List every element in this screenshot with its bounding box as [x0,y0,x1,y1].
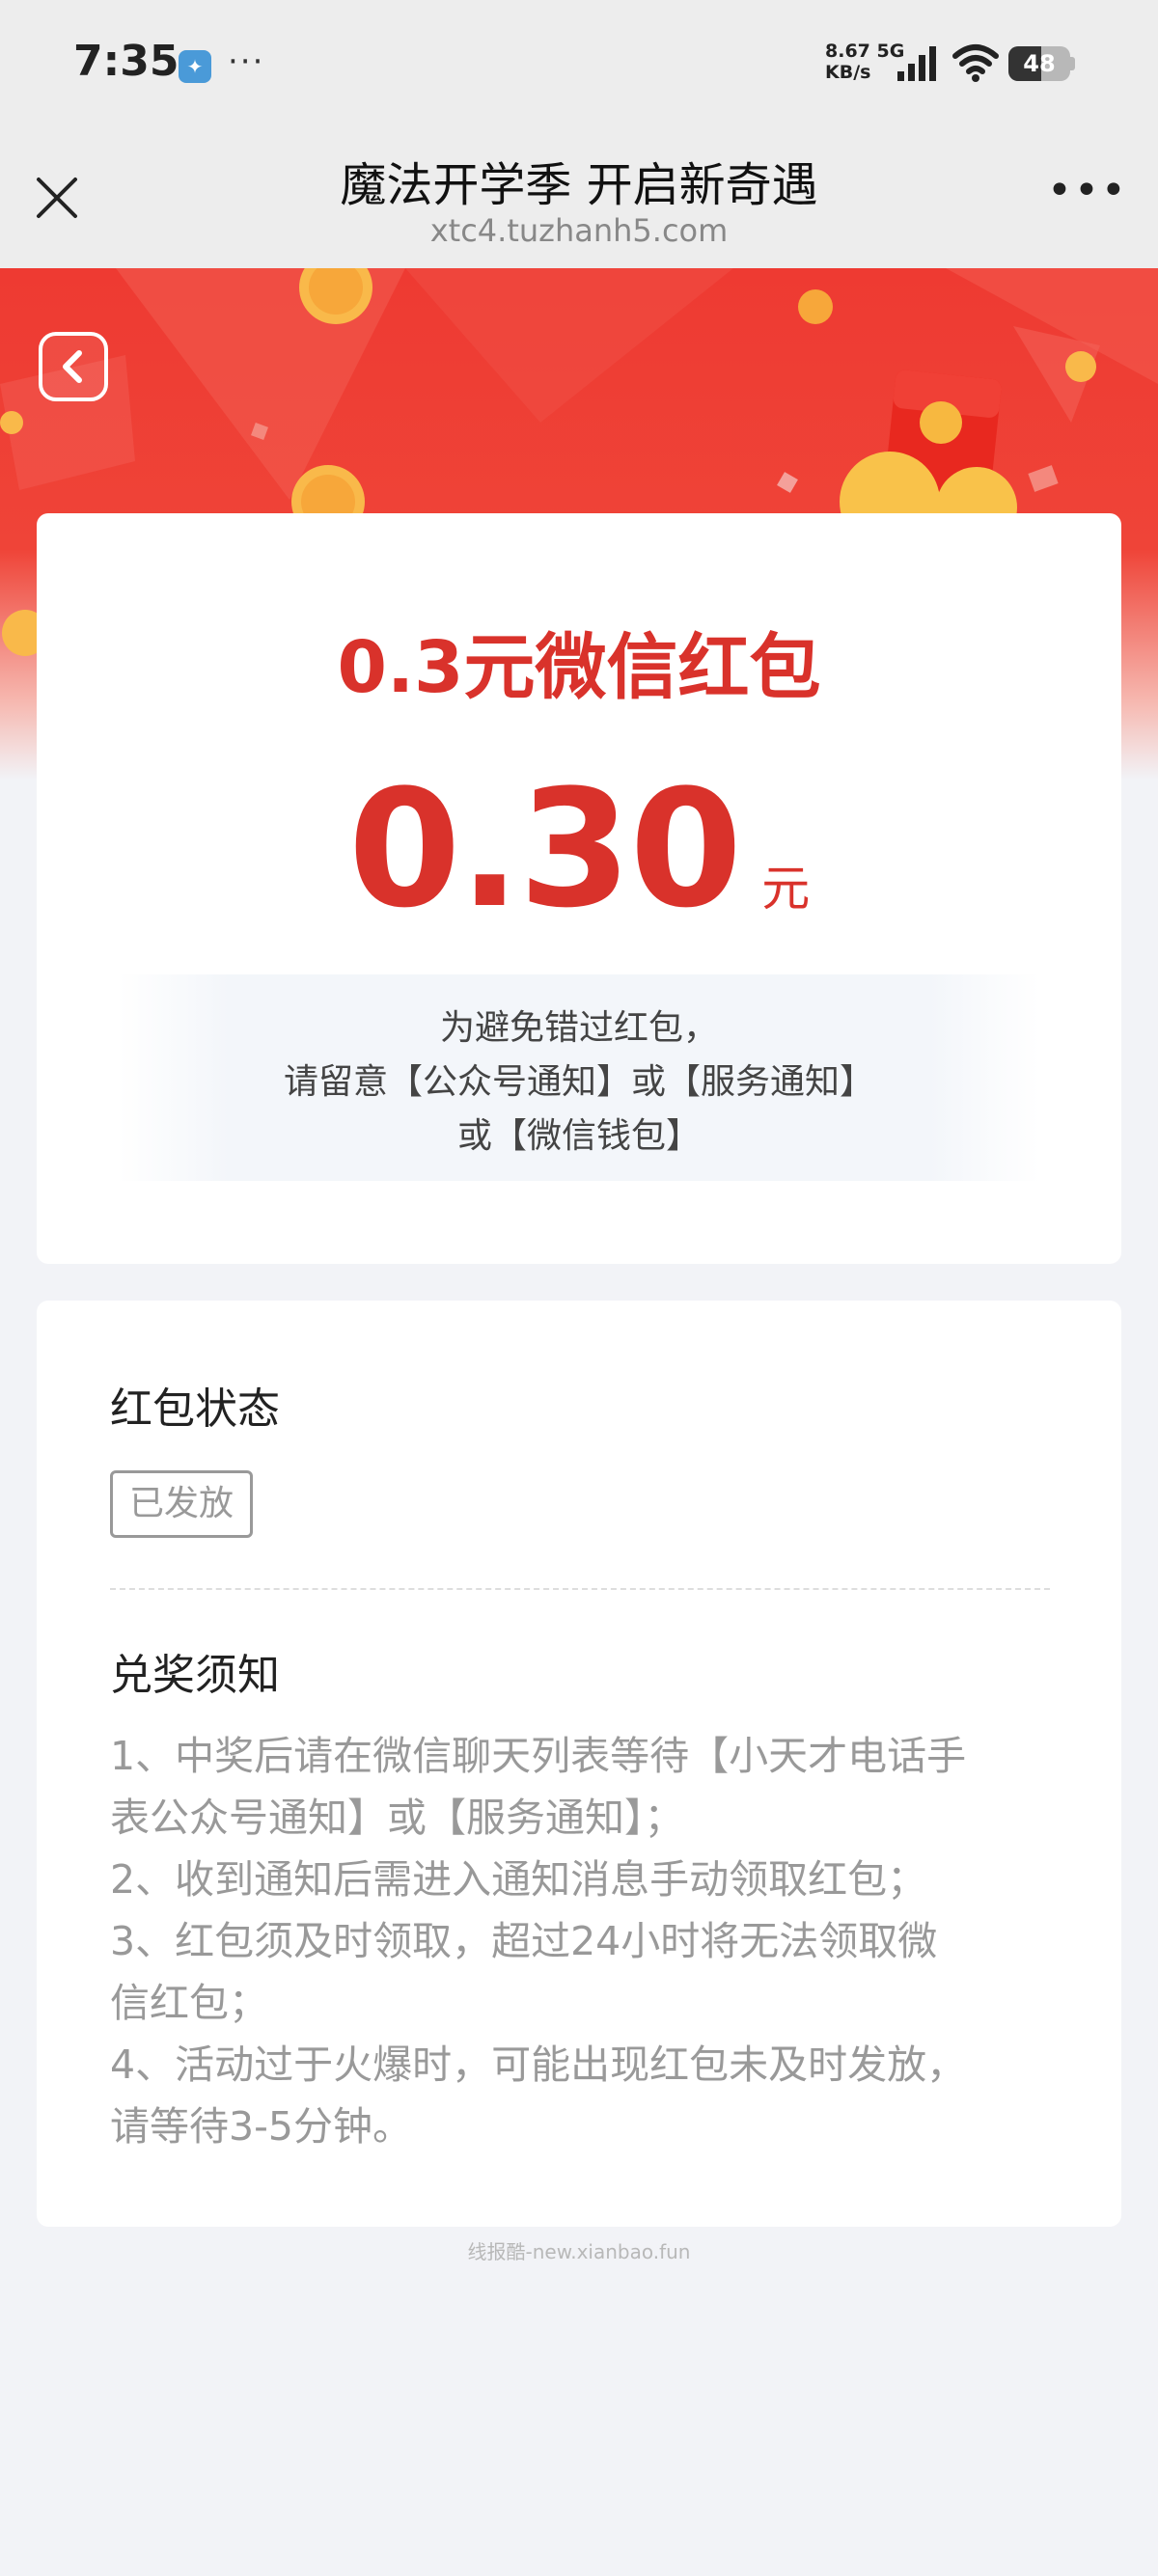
battery-icon: 48 [1008,46,1076,81]
back-button[interactable] [39,332,108,401]
rule-line: 请等待3-5分钟。 [110,2103,412,2150]
watermark: 线报酷-new.xianbao.fun [467,2240,691,2263]
network-speed: 8.67 5G KB/s [825,41,904,83]
notice-line: 为避免错过红包， [439,1008,718,1048]
rule-line: 3、红包须及时领取，超过24小时将无法领取微 [110,1918,938,1964]
notice-line: 或【微信钱包】 [456,1116,701,1156]
wifi-icon [952,44,999,82]
page-url: xtc4.tuzhanh5.com [429,212,729,249]
rule-line: 4、活动过于火爆时，可能出现红包未及时发放， [110,2042,967,2088]
page-title: 魔法开学季 开启新奇遇 [340,158,818,212]
rule-line: 信红包； [110,1980,268,2026]
rule-line: 2、收到通知后需进入通知消息手动领取红包； [110,1856,927,1903]
more-menu-icon[interactable]: ••• [1047,166,1126,215]
prize-amount-unit: 元 [761,861,811,917]
cell-signal-icon [897,46,936,81]
app-notification-icon: ✦ [179,50,211,83]
chevron-left-icon [63,350,82,383]
info-card: 红包状态 已发放 兑奖须知 1、中奖后请在微信聊天列表等待【小天才电话手 表公众… [37,1301,1121,2227]
network-speed-value: 8.67 5G [825,41,905,62]
prize-notice: 为避免错过红包， 请留意【公众号通知】或【服务通知】 或【微信钱包】 [118,974,1040,1181]
status-more-icon: ··· [228,42,265,81]
battery-level: 48 [1023,50,1056,77]
status-time: 7:35 [73,37,179,86]
status-badge: 已发放 [110,1470,253,1538]
prize-card: 0.3元微信红包 0.30 元 为避免错过红包， 请留意【公众号通知】或【服务通知… [37,513,1121,1264]
status-bar: 7:35 ✦ ··· 8.67 5G KB/s 48 [0,0,1158,127]
divider [110,1588,1050,1590]
rule-line: 表公众号通知】或【服务通知】； [110,1795,684,1841]
rule-line: 1、中奖后请在微信聊天列表等待【小天才电话手 [110,1733,967,1779]
prize-amount: 0.30 [347,754,743,944]
browser-nav-bar: 魔法开学季 开启新奇遇 xtc4.tuzhanh5.com ••• [0,127,1158,268]
network-speed-unit: KB/s [825,62,871,83]
rules-list: 1、中奖后请在微信聊天列表等待【小天才电话手 表公众号通知】或【服务通知】； 2… [110,1725,1056,2157]
rules-section-title: 兑奖须知 [110,1651,280,1700]
prize-title: 0.3元微信红包 [337,626,821,709]
notice-line: 请留意【公众号通知】或【服务通知】 [283,1062,874,1102]
status-section-title: 红包状态 [110,1384,280,1434]
prize-amount-row: 0.30 元 [37,754,1121,944]
